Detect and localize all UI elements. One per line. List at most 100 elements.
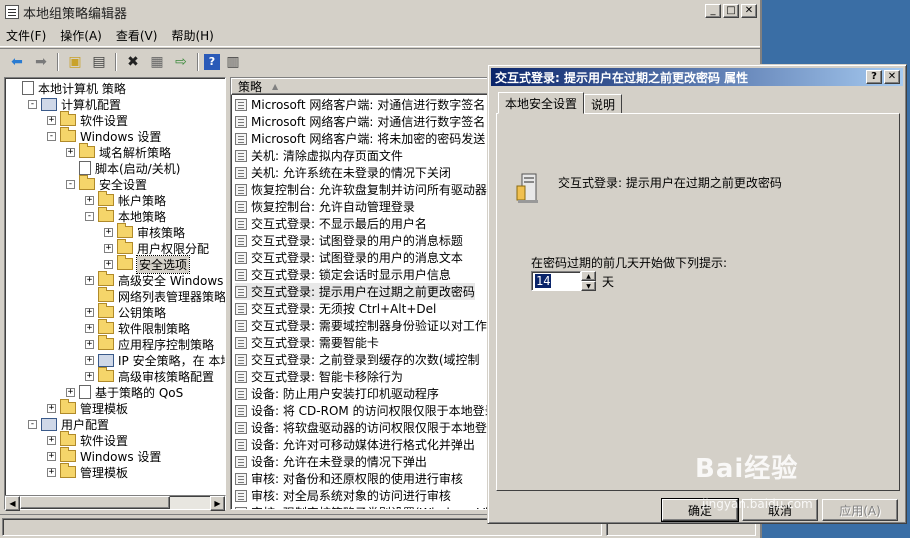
policy-row[interactable]: 交互式登录: 试图登录的用户的消息标题 [235, 232, 463, 249]
console-icon[interactable]: ▥ [222, 51, 244, 73]
tree-node[interactable]: + 高级审核策略配置 [85, 367, 214, 384]
policy-row[interactable]: 恢复控制台: 允许自动管理登录 [235, 198, 415, 215]
tree-node[interactable]: + 域名解析策略 [66, 143, 171, 160]
expand-icon[interactable]: + [104, 259, 113, 269]
menu-file[interactable]: 文件(F) [6, 27, 46, 44]
policy-row[interactable]: 交互式登录: 之前登录到缓存的次数(域控制 [235, 351, 480, 368]
tree-node[interactable]: + 软件设置 [47, 431, 128, 448]
spin-up-icon[interactable]: ▲ [581, 271, 596, 281]
menu-action[interactable]: 操作(A) [60, 27, 102, 44]
tree-node[interactable]: + 帐户策略 [85, 191, 166, 208]
menu-view[interactable]: 查看(V) [116, 27, 158, 44]
policy-row[interactable]: 设备: 防止用户安装打印机驱动程序 [235, 385, 439, 402]
policy-row[interactable]: 恢复控制台: 允许软盘复制并访问所有驱动器 [235, 181, 487, 198]
expand-icon[interactable]: + [47, 467, 56, 477]
collapse-icon[interactable]: - [28, 99, 37, 109]
dialog-title-bar[interactable]: 交互式登录: 提示用户在过期之前更改密码 属性 [491, 68, 903, 86]
policy-row[interactable]: 交互式登录: 试图登录的用户的消息文本 [235, 249, 463, 266]
policy-row[interactable]: 设备: 将软盘驱动器的访问权限仅限于本地登 [235, 419, 487, 436]
scroll-thumb[interactable] [20, 496, 170, 509]
expand-icon[interactable]: + [85, 371, 94, 381]
tree-horizontal-scrollbar[interactable]: ◀ ▶ [4, 495, 226, 511]
title-bar[interactable]: 本地组策略编辑器 _ □ ✕ [0, 0, 760, 24]
expand-icon[interactable]: + [85, 323, 94, 333]
expand-icon[interactable]: + [104, 227, 113, 237]
policy-row[interactable]: 交互式登录: 无须按 Ctrl+Alt+Del [235, 300, 436, 317]
tree-node[interactable]: + 应用程序控制策略 [85, 335, 214, 352]
expand-icon[interactable]: + [47, 451, 56, 461]
tree-node[interactable]: - 计算机配置 [28, 96, 121, 112]
tree-node[interactable]: - 安全设置 [66, 175, 147, 192]
expand-icon[interactable]: + [85, 307, 94, 317]
policy-row[interactable]: 关机: 允许系统在未登录的情况下关闭 [235, 164, 451, 181]
policy-row[interactable]: Microsoft 网络客户端: 将未加密的密码发送 [235, 130, 485, 147]
close-button[interactable]: ✕ [741, 4, 757, 18]
tree-node[interactable]: + 软件限制策略 [85, 319, 190, 336]
dialog-help-button[interactable]: ? [866, 70, 882, 84]
policy-row[interactable]: 交互式登录: 需要智能卡 [235, 334, 379, 351]
tree-node[interactable]: + 管理模板 [47, 463, 128, 480]
expand-icon[interactable]: + [66, 147, 75, 157]
spin-down-icon[interactable]: ▼ [581, 281, 596, 291]
help-icon[interactable]: ? [204, 53, 220, 70]
export-icon[interactable]: ⇨ [170, 51, 192, 73]
expand-icon[interactable]: + [47, 403, 56, 413]
collapse-icon[interactable]: - [47, 131, 56, 141]
policy-row[interactable]: 设备: 将 CD-ROM 的访问权限仅限于本地登录 [235, 402, 497, 419]
expand-icon[interactable]: + [66, 387, 75, 397]
collapse-icon[interactable]: - [66, 179, 75, 189]
minimize-button[interactable]: _ [705, 4, 721, 18]
forward-icon[interactable]: ➡ [30, 51, 52, 73]
show-tree-icon[interactable]: ▤ [88, 51, 110, 73]
collapse-icon[interactable]: - [28, 419, 37, 429]
policy-row[interactable]: 审核: 对全局系统对象的访问进行审核 [235, 487, 451, 504]
expand-icon[interactable]: + [104, 243, 113, 253]
policy-row[interactable]: 审核: 对备份和还原权限的使用进行审核 [235, 470, 463, 487]
back-icon[interactable]: ⬅ [6, 51, 28, 73]
tree-node[interactable]: - 本地策略 [85, 207, 166, 224]
dialog-close-button[interactable]: ✕ [884, 70, 900, 84]
policy-row[interactable]: 设备: 允许对可移动媒体进行格式化并弹出 [235, 436, 475, 453]
expand-icon[interactable]: + [85, 195, 94, 205]
policy-row[interactable]: 交互式登录: 智能卡移除行为 [235, 368, 403, 385]
tree-node[interactable]: + 安全选项 [104, 254, 191, 274]
expand-icon[interactable]: + [85, 355, 94, 365]
tree-node[interactable]: + IP 安全策略，在 本地 [85, 352, 225, 368]
apply-button[interactable]: 应用(A) [822, 499, 898, 521]
tab-explain[interactable]: 说明 [584, 94, 623, 114]
policy-row[interactable]: 交互式登录: 锁定会话时显示用户信息 [235, 266, 451, 283]
tree-node[interactable]: + 审核策略 [104, 223, 185, 240]
tree-node[interactable]: + 管理模板 [47, 399, 128, 416]
properties-icon[interactable]: ▦ [146, 51, 168, 73]
policy-row[interactable]: 交互式登录: 需要域控制器身份验证以对工作 [235, 317, 487, 334]
policy-row[interactable]: 审核: 强制审核策略子类别设置(Windows Vi [235, 504, 488, 509]
policy-row[interactable]: Microsoft 网络客户端: 对通信进行数字签名 [235, 113, 485, 130]
up-folder-icon[interactable]: ▣ [64, 51, 86, 73]
expand-icon[interactable]: + [85, 339, 94, 349]
tree-node[interactable]: - 用户配置 [28, 416, 109, 432]
maximize-button[interactable]: □ [723, 4, 739, 18]
tree-node[interactable]: + 公钥策略 [85, 303, 166, 320]
policy-row[interactable]: 关机: 清除虚拟内存页面文件 [235, 147, 403, 164]
tab-local-security-setting[interactable]: 本地安全设置 [498, 92, 585, 114]
tree-node[interactable]: - Windows 设置 [47, 127, 161, 144]
tree-node[interactable]: + 基于策略的 QoS [66, 384, 183, 400]
tree-node[interactable]: 脚本(启动/关机) [66, 160, 180, 176]
tree-pane[interactable]: 本地计算机 策略 - 计算机配置 + 软件设置 - Windows 设置 + 域名解析策略 脚本(… [4, 77, 226, 510]
policy-row[interactable]: Microsoft 网络客户端: 对通信进行数字签名 [235, 96, 485, 113]
scroll-right-icon[interactable]: ▶ [210, 496, 225, 511]
policy-row[interactable]: 设备: 允许在未登录的情况下弹出 [235, 453, 427, 470]
tree-node[interactable]: + 软件设置 [47, 111, 128, 128]
column-header-policy[interactable]: 策略 ▲ [231, 78, 491, 95]
tree-node[interactable]: + Windows 设置 [47, 447, 161, 464]
tree-node[interactable]: 本地计算机 策略 [9, 80, 126, 96]
policy-row[interactable]: 交互式登录: 提示用户在过期之前更改密码 [235, 283, 475, 300]
expand-icon[interactable]: + [47, 115, 56, 125]
expand-icon[interactable]: + [47, 435, 56, 445]
expand-icon[interactable]: + [85, 275, 94, 285]
policy-row[interactable]: 交互式登录: 不显示最后的用户名 [235, 215, 427, 232]
tree-node[interactable]: 网络列表管理器策略 [85, 287, 225, 304]
collapse-icon[interactable]: - [85, 211, 94, 221]
tree-node[interactable]: + 用户权限分配 [104, 239, 209, 256]
scroll-left-icon[interactable]: ◀ [5, 496, 20, 511]
